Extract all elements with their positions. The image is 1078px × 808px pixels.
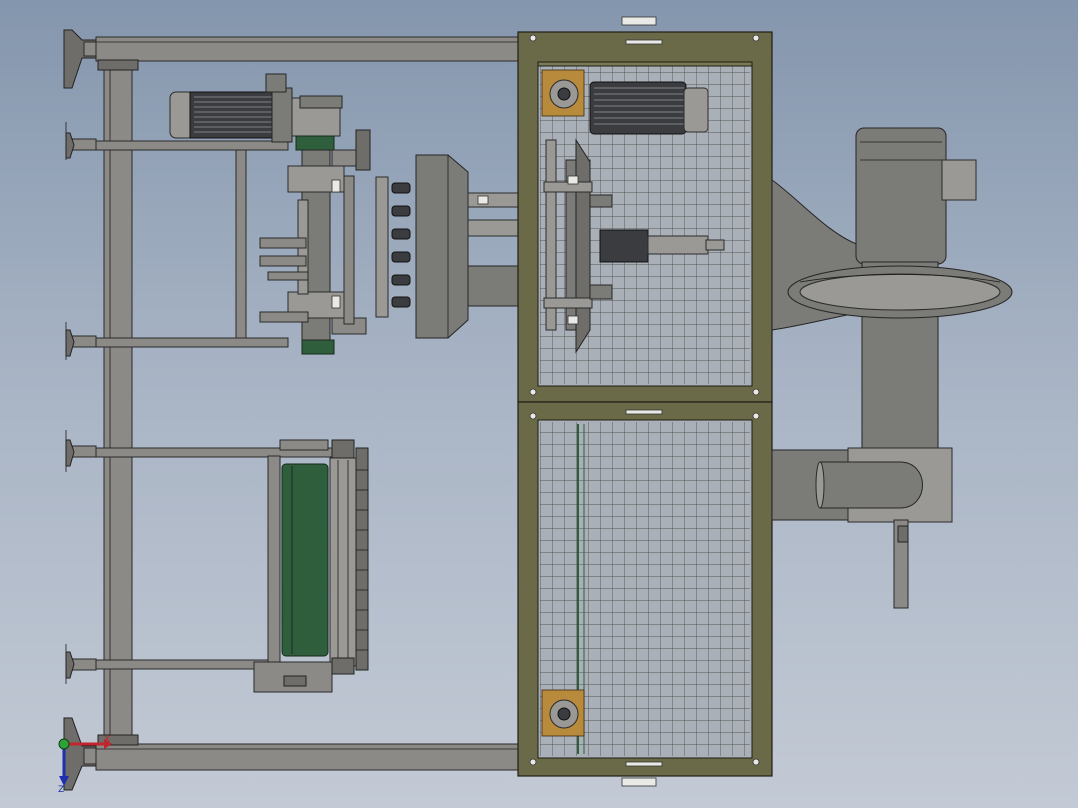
triad-x-label: X [104, 735, 110, 745]
upper-roll-assembly [259, 129, 371, 355]
drive-motor [169, 73, 343, 143]
guard-pulley [541, 689, 585, 737]
lower-conveyor [253, 439, 369, 693]
triad-z-label: Z [58, 785, 64, 795]
leveling-feet [63, 29, 97, 791]
nozzle-strip [375, 176, 411, 318]
blower-unit [771, 127, 1013, 609]
machine-assembly-drawing: X Z [58, 16, 1013, 795]
manifold-hood [415, 154, 521, 339]
cad-viewport[interactable]: X Z [0, 0, 1078, 808]
